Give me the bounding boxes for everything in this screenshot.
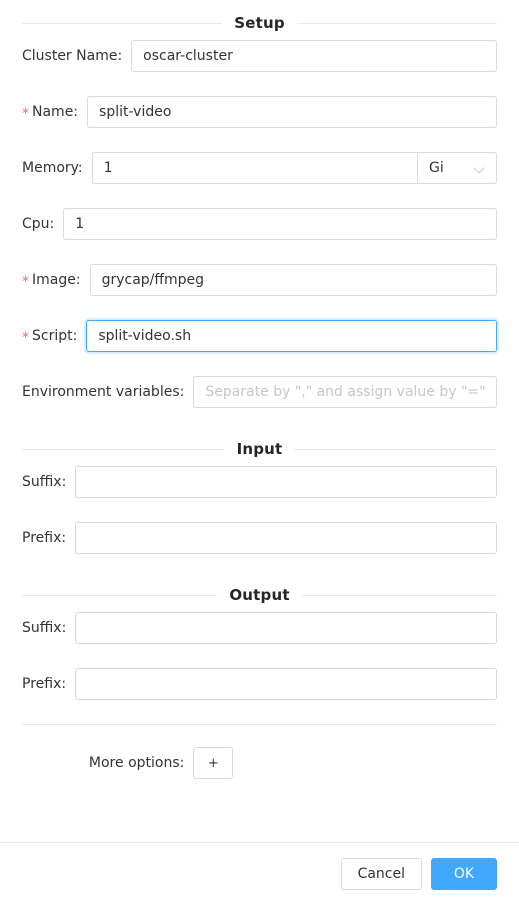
form-row-output-suffix: Suffix: (22, 612, 497, 644)
ok-button[interactable]: OK (431, 858, 497, 890)
divider-right (301, 594, 498, 596)
required-asterisk-icon: * (22, 106, 29, 122)
control-input-suffix (75, 466, 497, 498)
form-row-input-prefix: Prefix: (22, 522, 497, 554)
label-cpu: Cpu: (22, 216, 55, 232)
service-form-dialog: Setup Cluster Name: *Name: Memory: Gi Cp… (0, 6, 519, 779)
divider-right (296, 22, 498, 24)
required-asterisk-icon: * (22, 274, 29, 290)
control-environment-variables (193, 376, 497, 408)
output-prefix-input[interactable] (75, 668, 497, 700)
label-input-prefix: Prefix: (22, 530, 67, 546)
cpu-input[interactable] (63, 208, 497, 240)
control-cpu (63, 208, 497, 240)
form-row-name: * Name: (22, 96, 497, 128)
form-row-cpu: Cpu: (22, 208, 497, 240)
control-script (86, 320, 497, 352)
control-input-prefix (75, 522, 497, 554)
label-input-suffix: Suffix: (22, 474, 67, 490)
form-row-input-suffix: Suffix: (22, 466, 497, 498)
dialog-footer: Cancel OK (0, 842, 519, 905)
section-title-output: Output (229, 586, 290, 604)
label-image-text: Image: (32, 272, 81, 288)
memory-unit-select[interactable]: Gi (417, 152, 497, 184)
control-memory: Gi (91, 152, 497, 184)
control-image (89, 264, 497, 296)
add-option-button[interactable]: + (193, 747, 234, 779)
memory-input[interactable] (91, 152, 418, 184)
form-row-image: * Image: (22, 264, 497, 296)
cancel-button[interactable]: Cancel (340, 858, 422, 890)
cluster-name-input[interactable] (131, 40, 497, 72)
divider-left (22, 594, 218, 596)
form-row-cluster-name: Cluster Name: (22, 40, 497, 72)
label-name: * Name: (22, 96, 87, 128)
label-environment-variables: Environment variables: (22, 384, 185, 400)
control-cluster-name (131, 40, 497, 72)
form-row-more-options: More options: + (22, 747, 497, 779)
memory-unit-value: Gi (429, 160, 444, 176)
image-input[interactable] (89, 264, 497, 296)
input-prefix-input[interactable] (75, 522, 497, 554)
divider-left (22, 22, 223, 24)
chevron-down-icon (475, 163, 485, 173)
label-name-text: Name: (32, 104, 79, 120)
control-output-suffix (75, 612, 497, 644)
section-header-setup: Setup (22, 6, 498, 40)
section-divider-more-options (22, 724, 497, 725)
form-row-environment-variables: Environment variables: (22, 376, 497, 408)
label-memory: Memory: (22, 160, 83, 176)
label-cluster-name: Cluster Name: (22, 48, 123, 64)
section-header-input: Input (22, 432, 498, 466)
script-input[interactable] (86, 320, 497, 352)
label-script-text: Script: (32, 328, 78, 344)
output-suffix-input[interactable] (75, 612, 497, 644)
label-image: * Image: (22, 264, 90, 296)
label-script: * Script: (22, 320, 86, 352)
label-output-suffix: Suffix: (22, 620, 67, 636)
input-suffix-input[interactable] (75, 466, 497, 498)
section-title-setup: Setup (234, 14, 285, 32)
control-output-prefix (75, 668, 497, 700)
required-asterisk-icon: * (22, 330, 29, 346)
control-name (87, 96, 497, 128)
divider-left (22, 448, 225, 450)
form-row-script: * Script: (22, 320, 497, 352)
control-more-options: + (193, 747, 497, 779)
divider-right (294, 448, 498, 450)
section-header-output: Output (22, 578, 498, 612)
environment-variables-input[interactable] (193, 376, 497, 408)
form-row-memory: Memory: Gi (22, 152, 497, 184)
label-output-prefix: Prefix: (22, 676, 67, 692)
section-title-input: Input (236, 440, 283, 458)
name-input[interactable] (87, 96, 497, 128)
form-row-output-prefix: Prefix: (22, 668, 497, 700)
label-more-options: More options: (88, 755, 185, 771)
